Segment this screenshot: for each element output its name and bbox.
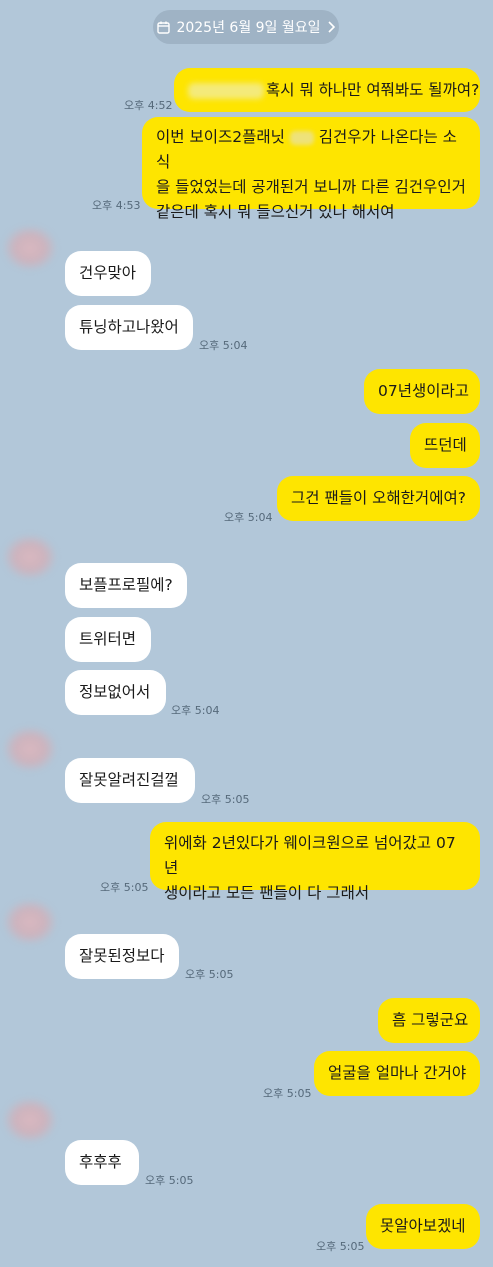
message-time: 오후 5:04 (224, 511, 273, 524)
message-text: 정보없어서 (79, 683, 151, 701)
avatar[interactable] (4, 535, 56, 579)
message-time: 오후 5:04 (199, 339, 248, 352)
sent-message[interactable]: 얼굴을 얼마나 간거야 (314, 1051, 480, 1096)
calendar-icon (157, 21, 171, 34)
sent-message[interactable]: 못알아보겠네 (366, 1204, 480, 1249)
message-text: 튜닝하고나왔어 (79, 318, 179, 336)
chevron-right-icon (327, 21, 335, 33)
message-text-line: 위에화 2년있다가 웨이크원으로 넘어갔고 07년 (164, 834, 456, 877)
message-text-line: 같은데 혹시 뭐 들으신거 있나 해서여 (156, 203, 395, 221)
message-time: 오후 5:04 (171, 704, 220, 717)
sent-message[interactable]: 이번 보이즈2플래닛 김건우가 나온다는 소식 을 들었었는데 공개된거 보니까… (142, 117, 480, 221)
received-message[interactable]: 트위터면 (65, 617, 151, 662)
avatar[interactable] (4, 727, 56, 771)
message-text-line: 이번 보이즈2플래닛 (156, 128, 285, 146)
message-time: 오후 5:05 (316, 1240, 365, 1253)
avatar[interactable] (4, 1098, 56, 1142)
sent-message[interactable]: 혹시 뭐 하나만 여쭤봐도 될까여? (174, 68, 480, 112)
message-text-line: 생이라고 모든 팬들이 다 그래서 (164, 884, 370, 902)
received-message[interactable]: 잘못된정보다 (65, 934, 179, 979)
sent-message[interactable]: 그건 팬들이 오해한거에여? (277, 476, 480, 521)
sent-message[interactable]: 흠 그렇군요 (378, 998, 480, 1043)
received-message[interactable]: 보플프로필에? (65, 563, 187, 608)
redacted-text (289, 130, 314, 145)
message-time: 오후 4:52 (124, 99, 173, 112)
sent-message[interactable]: 뜨던데 (410, 423, 480, 468)
message-text: 잘못알려진걸껄 (79, 771, 179, 789)
message-text: 못알아보겠네 (380, 1217, 466, 1235)
received-message[interactable]: 정보없어서 (65, 670, 166, 715)
received-message[interactable]: 건우맞아 (65, 251, 151, 296)
message-text: 트위터면 (79, 630, 137, 648)
redacted-name (188, 82, 264, 99)
message-text: 그건 팬들이 오해한거에여? (291, 489, 466, 507)
message-text-line: 을 들었었는데 공개된거 보니까 다른 김건우인거 (156, 178, 466, 196)
message-time: 오후 5:05 (100, 881, 149, 894)
message-time: 오후 5:05 (263, 1087, 312, 1100)
message-time: 오후 5:05 (145, 1174, 194, 1187)
message-text: 07년생이라고 (378, 382, 470, 400)
message-text: 얼굴을 얼마나 간거야 (328, 1064, 467, 1082)
message-text: 보플프로필에? (79, 576, 173, 594)
date-divider[interactable]: 2025년 6월 9일 월요일 (153, 10, 339, 44)
received-message[interactable]: 잘못알려진걸껄 (65, 758, 195, 803)
message-text: 흠 그렇군요 (392, 1011, 469, 1029)
avatar[interactable] (4, 900, 56, 944)
message-text: 후후후 (79, 1153, 122, 1171)
message-time: 오후 5:05 (185, 968, 234, 981)
received-message[interactable]: 튜닝하고나왔어 (65, 305, 193, 350)
sent-message[interactable]: 07년생이라고 (364, 369, 480, 414)
received-message[interactable]: 후후후 (65, 1140, 139, 1185)
message-time: 오후 4:53 (92, 199, 141, 212)
message-time: 오후 5:05 (201, 793, 250, 806)
avatar[interactable] (4, 226, 56, 270)
message-text: 건우맞아 (79, 264, 137, 282)
message-text: 혹시 뭐 하나만 여쭤봐도 될까여? (266, 81, 480, 99)
sent-message[interactable]: 위에화 2년있다가 웨이크원으로 넘어갔고 07년 생이라고 모든 팬들이 다 … (150, 822, 480, 902)
date-label: 2025년 6월 9일 월요일 (176, 20, 321, 36)
message-text: 잘못된정보다 (79, 947, 165, 965)
message-text: 뜨던데 (424, 436, 467, 454)
